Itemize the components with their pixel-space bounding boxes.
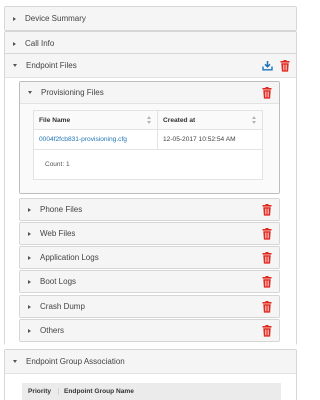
delete-button[interactable] — [261, 86, 273, 99]
delete-button[interactable] — [261, 275, 273, 288]
table-header-row: File Name Created at — [33, 110, 263, 130]
delete-button[interactable] — [261, 324, 273, 337]
caret-down-icon — [13, 64, 17, 67]
column-header-file-name[interactable]: File Name — [33, 110, 158, 130]
provisioning-files-table: File Name Created at 0004f2fcb831-provis… — [33, 110, 263, 150]
section-title: Crash Dump — [40, 302, 85, 311]
crash-dump-panel: Crash Dump — [19, 295, 280, 318]
trash-icon — [262, 324, 272, 337]
provisioning-files-header[interactable]: Provisioning Files — [20, 82, 279, 103]
sort-icon[interactable] — [252, 116, 257, 125]
section-title: Phone Files — [40, 205, 83, 214]
panel-title: Call Info — [25, 39, 55, 48]
application-logs-header[interactable]: Application Logs — [20, 247, 279, 268]
others-panel: Others — [19, 319, 280, 342]
boot-logs-panel: Boot Logs — [19, 270, 280, 293]
delete-button[interactable] — [261, 251, 273, 264]
device-summary-header[interactable]: Device Summary — [5, 7, 296, 30]
section-title: Boot Logs — [40, 277, 77, 286]
caret-right-icon — [28, 231, 31, 236]
device-summary-panel: Device Summary — [4, 6, 297, 31]
boot-logs-header[interactable]: Boot Logs — [20, 271, 279, 292]
panel-title: Device Summary — [25, 14, 86, 23]
trash-icon — [262, 203, 272, 216]
caret-right-icon — [28, 255, 31, 260]
trash-icon — [280, 59, 290, 72]
panel-title: Endpoint Files — [26, 61, 77, 70]
section-title: Provisioning Files — [41, 88, 104, 97]
sort-icon[interactable] — [147, 116, 152, 125]
web-files-header[interactable]: Web Files — [20, 223, 279, 244]
created-at-cell: 12-05-2017 10:52:54 AM — [157, 129, 263, 150]
trash-icon — [262, 300, 272, 313]
column-header-endpoint-group-name[interactable]: Endpoint Group Name — [59, 388, 134, 395]
caret-down-icon — [28, 91, 32, 94]
phone-files-panel: Phone Files — [19, 198, 280, 221]
trash-icon — [262, 86, 272, 99]
trash-icon — [262, 251, 272, 264]
section-title: Application Logs — [40, 253, 99, 262]
file-name-cell: 0004f2fcb831-provisioning.cfg — [33, 129, 158, 150]
row-count: Count: 1 — [33, 150, 263, 180]
delete-all-files-button[interactable] — [279, 59, 291, 72]
trash-icon — [262, 275, 272, 288]
trash-icon — [262, 227, 272, 240]
section-title: Others — [40, 326, 65, 335]
file-link[interactable]: 0004f2fcb831-provisioning.cfg — [39, 136, 127, 143]
delete-button[interactable] — [261, 227, 273, 240]
caret-right-icon — [28, 328, 31, 333]
phone-files-header[interactable]: Phone Files — [20, 199, 279, 220]
delete-button[interactable] — [261, 300, 273, 313]
column-header-priority[interactable]: Priority — [22, 388, 59, 395]
table-row: 0004f2fcb831-provisioning.cfg 12-05-2017… — [33, 129, 263, 150]
download-icon[interactable] — [261, 59, 273, 72]
application-logs-panel: Application Logs — [19, 246, 280, 269]
others-header[interactable]: Others — [20, 320, 279, 341]
caret-right-icon — [13, 16, 16, 21]
crash-dump-header[interactable]: Crash Dump — [20, 296, 279, 317]
table-header-row: Priority Endpoint Group Name — [22, 383, 281, 400]
caret-down-icon — [13, 360, 17, 363]
caret-right-icon — [28, 279, 31, 284]
panel-title: Endpoint Group Association — [26, 357, 125, 366]
caret-right-icon — [28, 304, 31, 309]
endpoint-group-association-header[interactable]: Endpoint Group Association — [5, 350, 296, 373]
call-info-header[interactable]: Call Info — [5, 32, 296, 55]
web-files-panel: Web Files — [19, 222, 280, 245]
delete-button[interactable] — [261, 203, 273, 216]
caret-right-icon — [28, 207, 31, 212]
column-header-created-at[interactable]: Created at — [157, 110, 263, 130]
caret-right-icon — [13, 41, 16, 46]
section-title: Web Files — [40, 229, 76, 238]
endpoint-files-header[interactable]: Endpoint Files — [5, 54, 296, 77]
